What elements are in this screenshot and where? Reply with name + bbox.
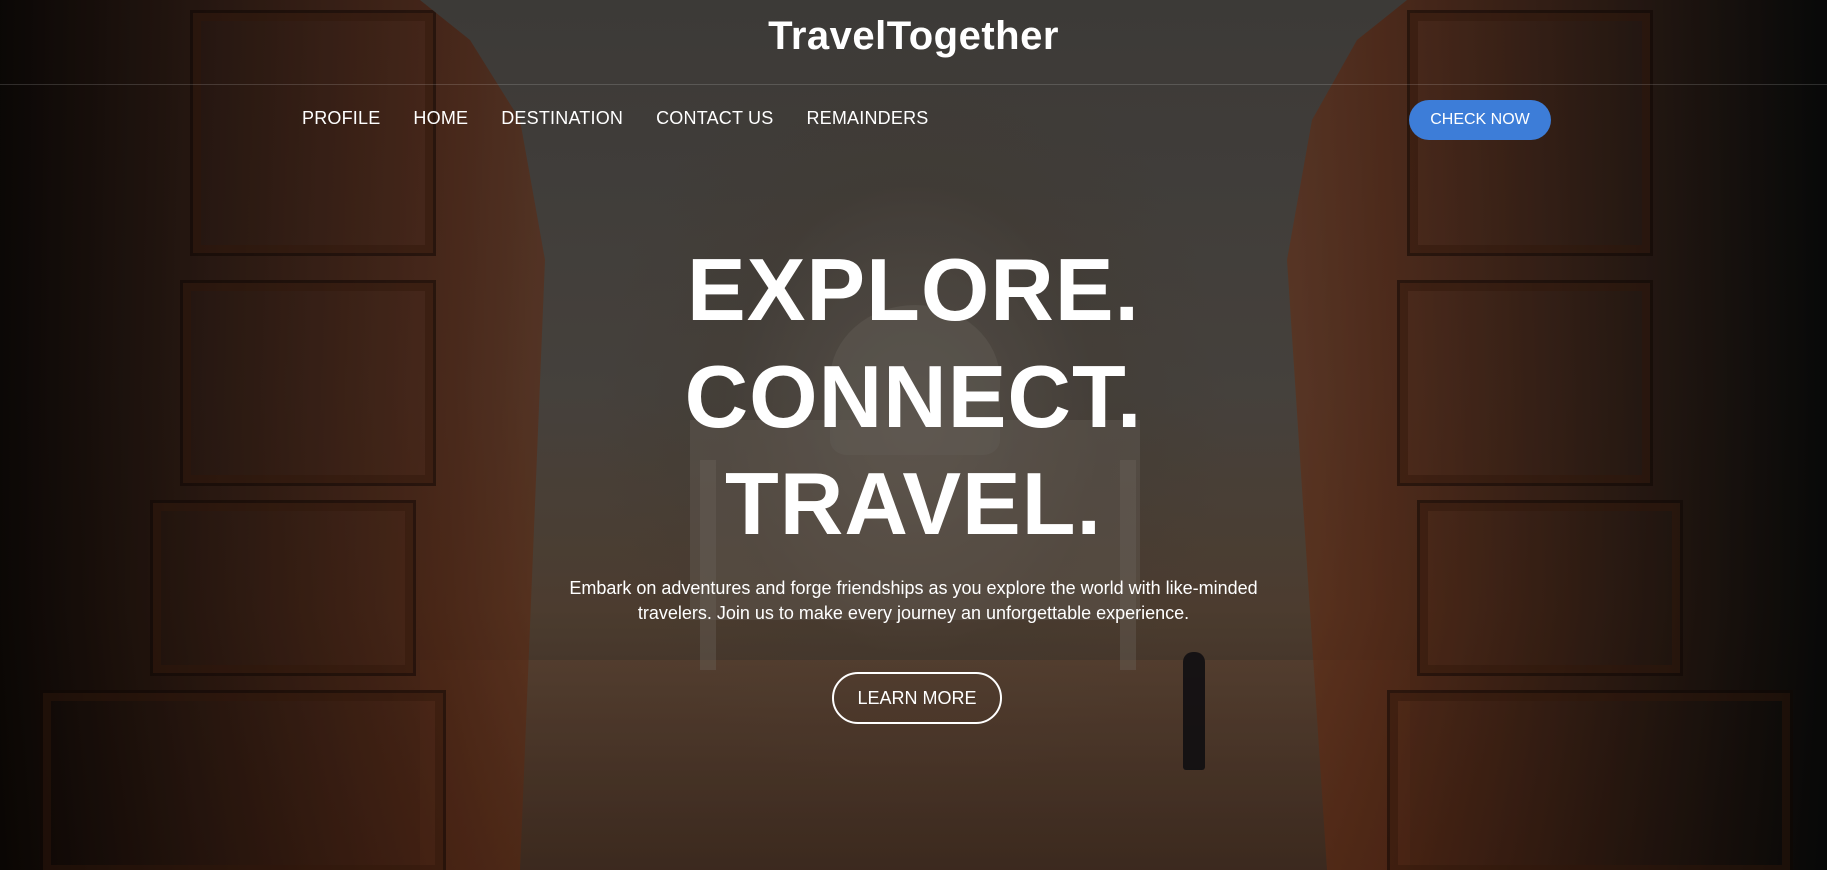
hero-tagline-line-1: Embark on adventures and forge friendshi…: [569, 578, 1258, 598]
hero-headline-travel: TRAVEL.: [725, 454, 1102, 553]
nav-item-remainders[interactable]: REMAINDERS: [806, 108, 928, 129]
main-nav: PROFILE HOME DESTINATION CONTACT US REMA…: [302, 108, 928, 129]
hero-headline-explore: EXPLORE.: [687, 240, 1140, 339]
hero-headline-connect: CONNECT.: [684, 347, 1143, 446]
nav-item-home[interactable]: HOME: [413, 108, 468, 129]
nav-item-contact-us[interactable]: CONTACT US: [656, 108, 773, 129]
site-logo[interactable]: TravelTogether: [0, 14, 1827, 59]
check-now-button[interactable]: CHECK NOW: [1409, 100, 1551, 140]
learn-more-button[interactable]: LEARN MORE: [832, 672, 1002, 724]
header-divider: [0, 84, 1827, 85]
hero-tagline-line-2: travelers. Join us to make every journey…: [637, 603, 1190, 623]
hero-section: TravelTogether PROFILE HOME DESTINATION …: [0, 0, 1827, 870]
hero-tagline: Embark on adventures and forge friendshi…: [560, 576, 1267, 626]
nav-item-destination[interactable]: DESTINATION: [501, 108, 623, 129]
nav-item-profile[interactable]: PROFILE: [302, 108, 380, 129]
